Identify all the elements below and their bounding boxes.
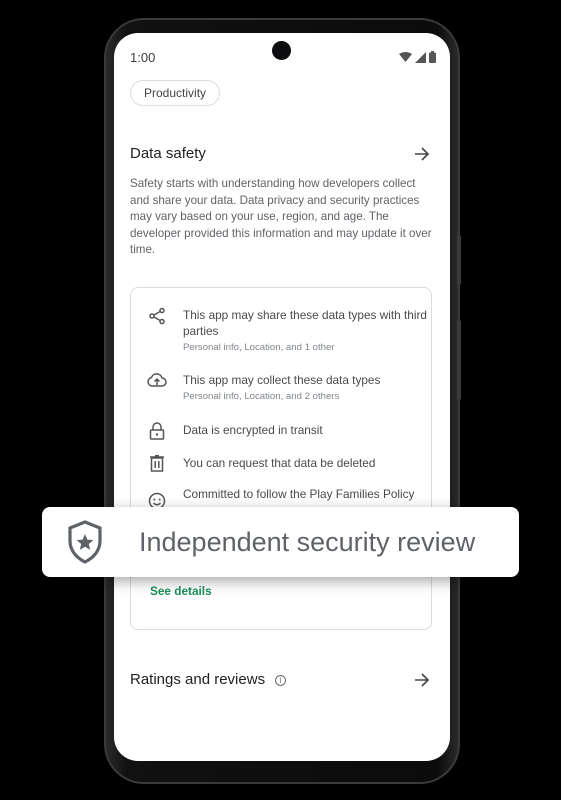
see-details-link[interactable]: See details — [150, 584, 212, 598]
lock-icon — [149, 422, 165, 440]
security-review-badge: Independent security review — [42, 507, 519, 577]
list-item: Data is encrypted in transit — [131, 422, 431, 440]
status-time: 1:00 — [130, 49, 156, 65]
cloud-upload-icon — [147, 373, 167, 387]
wifi-icon — [399, 51, 412, 62]
list-item: You can request that data be deleted — [131, 455, 431, 472]
power-button — [457, 235, 461, 285]
data-safety-title[interactable]: Data safety — [130, 145, 206, 162]
trash-icon — [150, 455, 164, 472]
security-review-label: Independent security review — [139, 526, 476, 557]
phone-screen: 1:00 Productivity Data safety Safety sta… — [114, 33, 450, 761]
ratings-title[interactable]: Ratings and reviews i — [130, 671, 287, 688]
shield-star-icon — [68, 520, 102, 564]
signal-icon — [415, 51, 426, 63]
volume-button — [457, 320, 461, 400]
category-chip[interactable]: Productivity — [130, 80, 221, 106]
list-item: This app may collect these data types Per… — [131, 372, 431, 402]
front-camera — [272, 41, 291, 60]
share-icon — [149, 307, 165, 325]
info-icon[interactable]: i — [275, 674, 287, 686]
list-item: This app may share these data types with… — [131, 307, 431, 353]
arrow-right-icon[interactable] — [414, 672, 430, 688]
data-safety-description: Safety starts with understanding how dev… — [130, 177, 432, 257]
data-safety-card[interactable]: This app may share these data types with… — [130, 287, 432, 630]
battery-icon — [429, 51, 436, 63]
arrow-right-icon[interactable] — [414, 146, 430, 162]
